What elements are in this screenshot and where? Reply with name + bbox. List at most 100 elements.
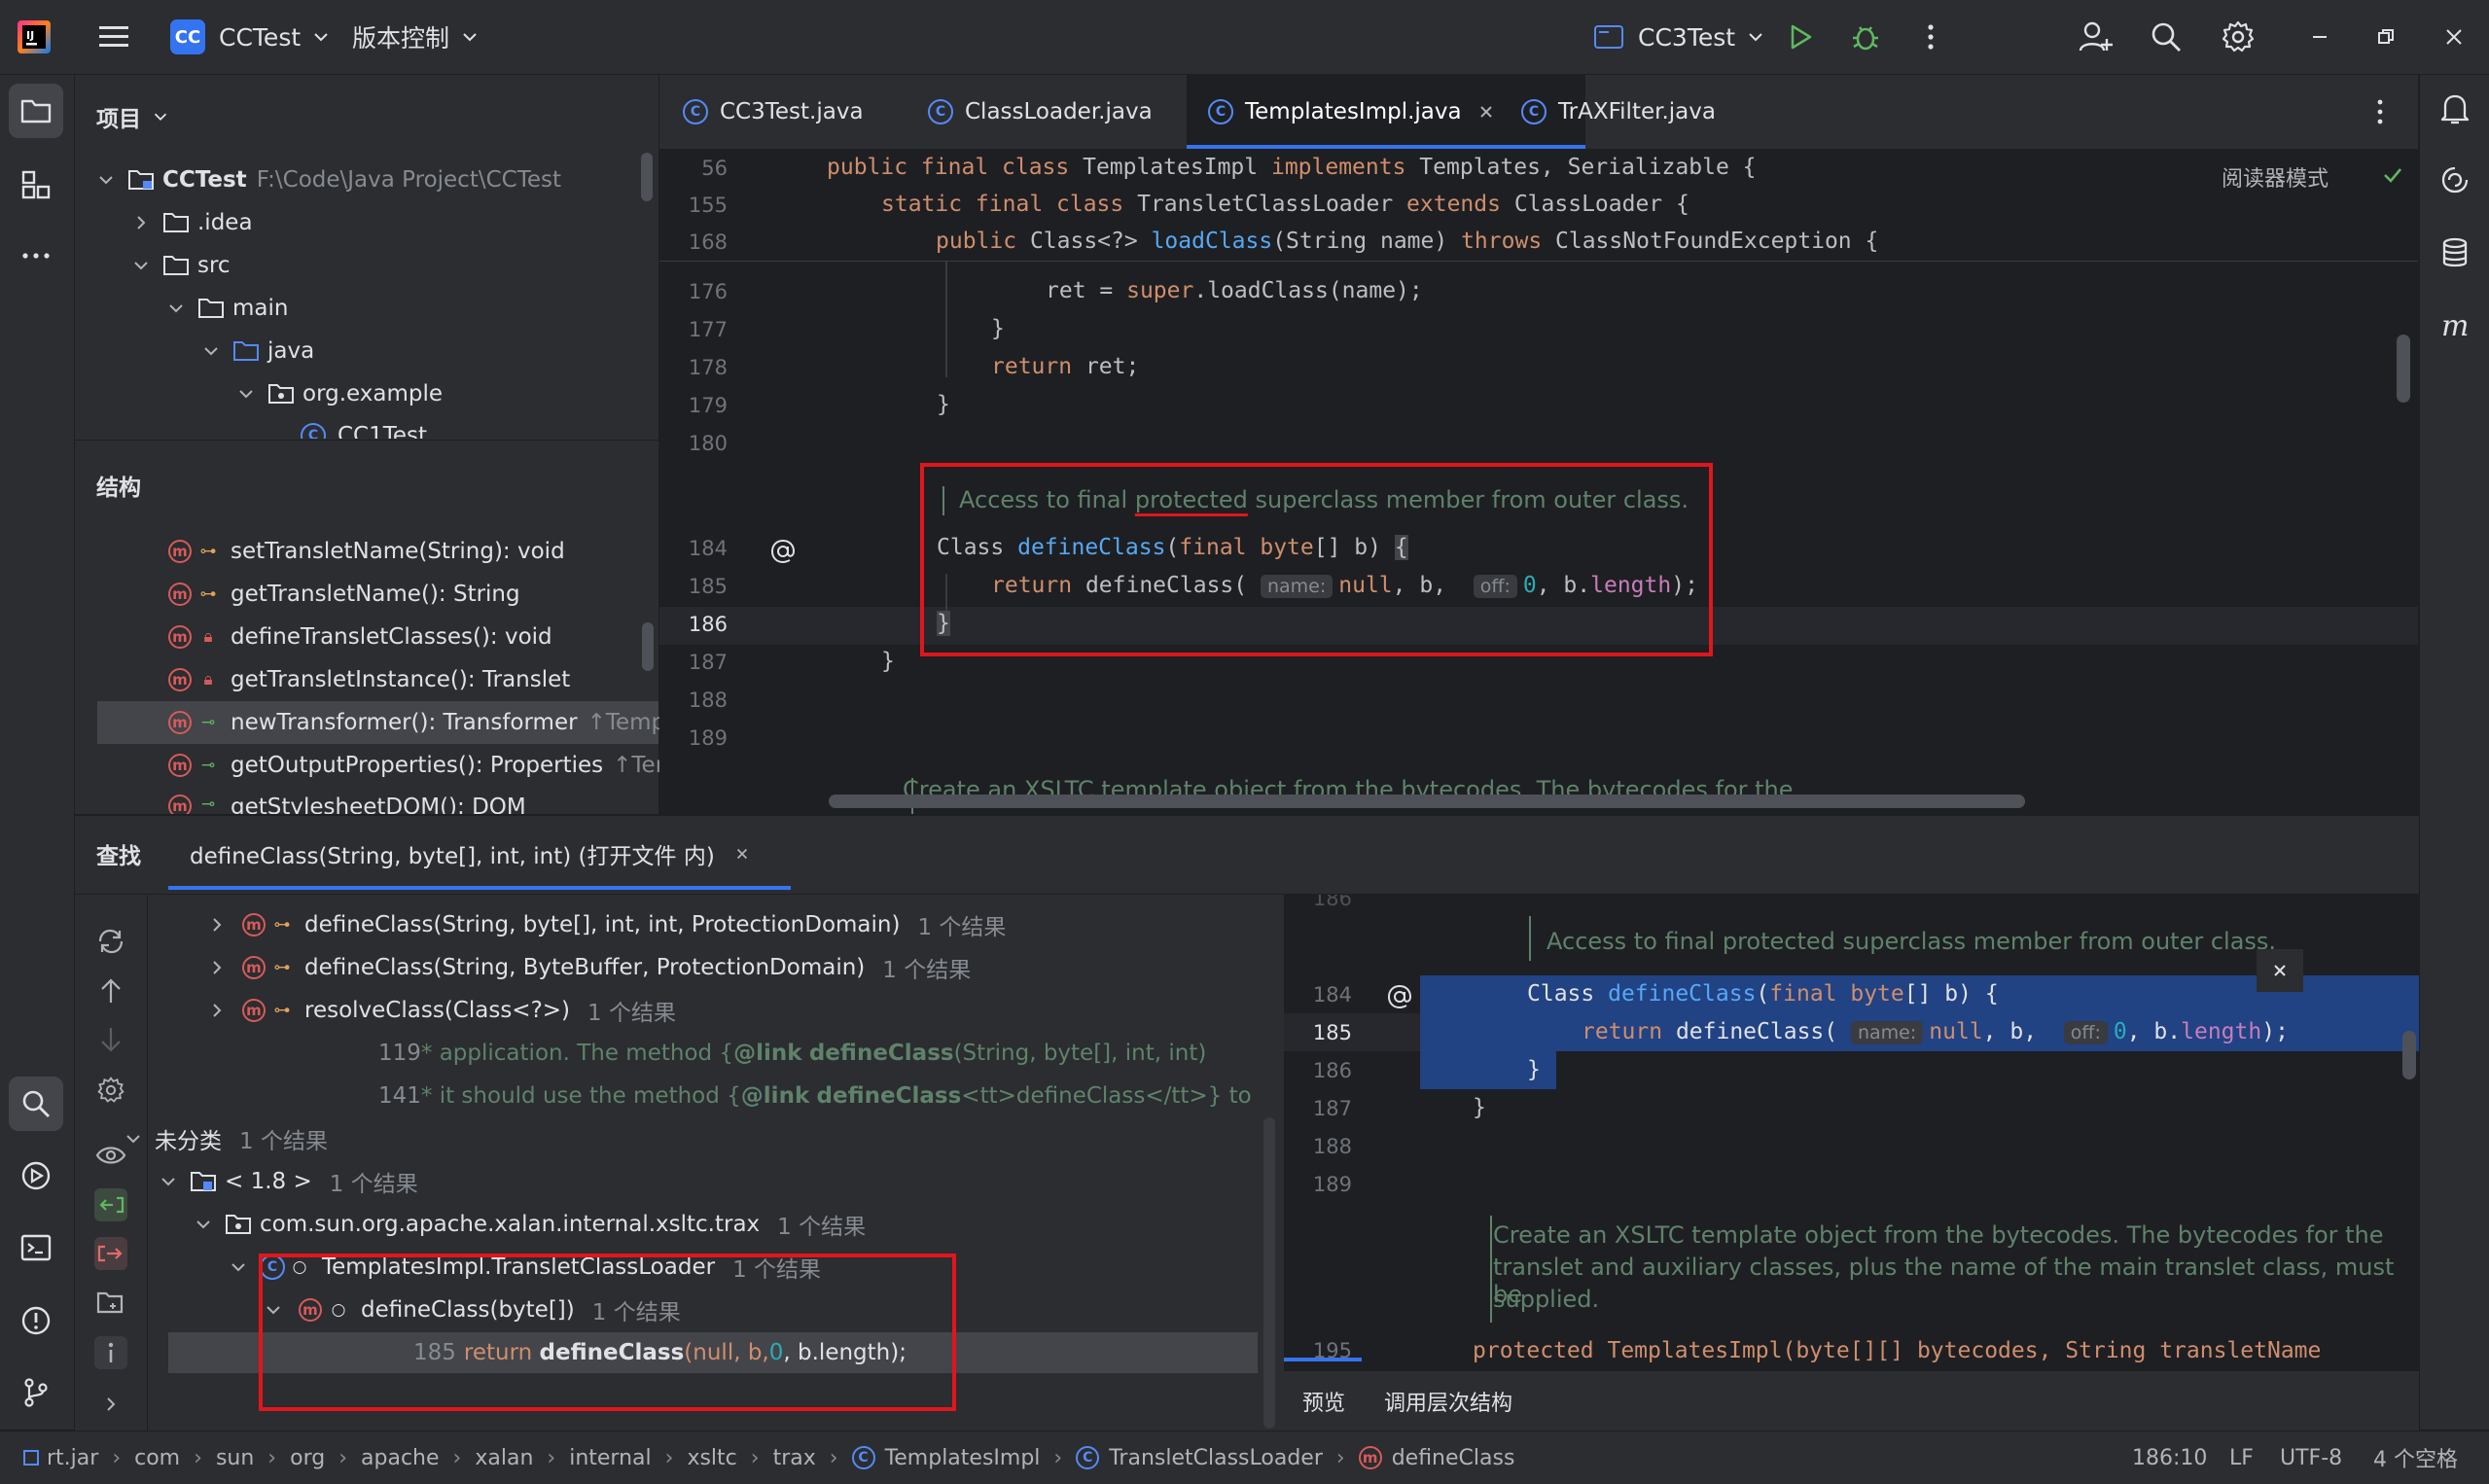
tree-item-java[interactable]: java (201, 330, 314, 372)
tree-item-cctest[interactable]: CCTest F:\Code\Java Project\CCTest (96, 159, 561, 201)
breadcrumb-item[interactable]: m defineClass (1358, 1446, 1514, 1470)
usage-line-selected[interactable]: 185 return defineClass (null, b, 0, b.leng… (413, 1331, 907, 1374)
close-tab-icon[interactable] (1477, 103, 1495, 121)
close-preview-icon[interactable] (2257, 949, 2303, 992)
tab-templatesimpl[interactable]: C TemplatesImpl.java (1208, 75, 1495, 149)
structure-item[interactable]: m⊸ getOutputProperties(): Properties ↑Te… (97, 744, 711, 787)
override-at-icon[interactable] (1385, 982, 1414, 1011)
close-window-icon[interactable] (2444, 0, 2464, 74)
inspection-ok-icon[interactable] (2381, 163, 2404, 187)
structure-item-selected[interactable]: m ⊸ newTransformer(): Transformer ↑Templa… (97, 701, 708, 744)
structure-tool-icon[interactable] (9, 158, 63, 212)
result-class[interactable]: C ○ TemplatesImpl.TransletClassLoader 1 个结… (229, 1246, 821, 1289)
tree-item-org-example[interactable]: org.example (236, 372, 443, 415)
settings-gear-icon[interactable] (94, 1074, 127, 1107)
run-icon[interactable] (1786, 0, 1815, 74)
problems-tool-icon[interactable] (9, 1293, 63, 1348)
find-tool-search-icon[interactable] (9, 1077, 63, 1131)
next-occurrence-icon[interactable] (94, 1023, 127, 1056)
file-encoding[interactable]: UTF-8 (2280, 1446, 2342, 1470)
results-scrollbar[interactable] (1263, 1117, 1275, 1429)
tab-call-hierarchy[interactable]: 调用层次结构 (1384, 1386, 1512, 1417)
breadcrumb-item[interactable]: C TransletClassLoader (1076, 1446, 1323, 1470)
run-config-selector[interactable]: CC3Test (1593, 0, 1766, 74)
settings-gear-icon[interactable] (2222, 0, 2255, 74)
project-tool-folder-icon[interactable] (9, 84, 63, 138)
breadcrumb-item[interactable]: C TemplatesImpl (851, 1446, 1040, 1470)
tree-item-src[interactable]: src (131, 244, 231, 287)
info-icon[interactable] (94, 1336, 127, 1369)
write-access-icon[interactable] (94, 1237, 127, 1270)
tab-traxfilter[interactable]: C TrAXFilter.java (1521, 75, 1716, 149)
restore-icon[interactable] (2376, 0, 2396, 74)
preview-eye-icon[interactable] (94, 1139, 127, 1172)
preview-editor[interactable]: 186 Access to final protected superclass… (1284, 895, 2419, 1371)
tab-preview[interactable]: 预览 (1302, 1386, 1345, 1417)
breadcrumb-item[interactable]: apache (361, 1446, 440, 1470)
search-icon[interactable] (2150, 0, 2183, 74)
result-item[interactable]: m ⊶ resolveClass(Class<?>) 1 个结果 (207, 989, 676, 1032)
project-panel-header[interactable]: 项目 (96, 100, 170, 133)
terminal-tool-icon[interactable] (9, 1220, 63, 1275)
git-branch-icon[interactable] (9, 1365, 63, 1420)
preview-scrollbar[interactable] (2402, 1031, 2416, 1079)
breadcrumb-item[interactable]: internal (569, 1446, 651, 1470)
close-tab-icon[interactable] (734, 846, 750, 862)
vcs-menu[interactable]: 版本控制 (352, 0, 480, 74)
project-selector[interactable]: CC CCTest (170, 0, 332, 74)
tree-item-idea[interactable]: .idea (131, 201, 253, 244)
result-item[interactable]: m ⊶ defineClass(String, ByteBuffer, Prote… (207, 946, 971, 989)
structure-item[interactable]: m ⊶ getTransletName(): String (97, 573, 658, 616)
ai-assistant-icon[interactable] (2428, 153, 2482, 207)
caret-position[interactable]: 186:10 (2132, 1446, 2207, 1470)
structure-item[interactable]: m 🔒︎ defineTransletClasses(): void (97, 616, 658, 658)
add-user-icon[interactable] (2078, 0, 2113, 74)
database-icon[interactable] (2428, 226, 2482, 280)
result-group-uncategorized[interactable]: 未分类 1 个结果 (124, 1117, 328, 1160)
structure-item[interactable]: m ⊸ getStylesheetDOM(): DOM (97, 787, 658, 814)
editor-horizontal-scrollbar[interactable] (829, 795, 2025, 808)
code-editor[interactable]: 56 155 168 public final class TemplatesI… (659, 150, 2418, 814)
rerun-icon[interactable] (94, 925, 127, 958)
breadcrumb-item[interactable]: com (134, 1446, 180, 1470)
main-menu-icon[interactable] (97, 0, 130, 74)
line-separator[interactable]: LF (2229, 1446, 2254, 1470)
tab-classloader[interactable]: C ClassLoader.java (928, 75, 1153, 149)
breadcrumb-item[interactable]: trax (773, 1446, 816, 1470)
structure-item[interactable]: m ⊶ setTransletName(String): void (97, 530, 658, 573)
tree-item-main[interactable]: main (166, 287, 288, 330)
read-access-icon[interactable] (94, 1188, 127, 1221)
structure-scrollbar[interactable] (642, 622, 654, 671)
minimize-icon[interactable] (2310, 0, 2329, 74)
usage-line[interactable]: 119 * application. The method {@link def… (378, 1032, 1206, 1075)
group-by-folder-icon[interactable] (94, 1287, 127, 1320)
override-at-icon[interactable] (768, 537, 798, 566)
breadcrumb-item[interactable]: sun (216, 1446, 254, 1470)
result-package[interactable]: com.sun.org.apache.xalan.internal.xsltc.… (194, 1203, 866, 1246)
result-method[interactable]: m ○ defineClass(byte[]) 1 个结果 (264, 1289, 681, 1331)
tree-item-cc1test[interactable]: C CC1Test (301, 415, 427, 439)
breadcrumb-item[interactable]: xalan (475, 1446, 533, 1470)
breadcrumb-item[interactable]: rt.jar (23, 1446, 98, 1470)
indent-setting[interactable]: 4 个空格 (2373, 1442, 2458, 1473)
reader-mode-toggle[interactable]: 阅读器模式 (2222, 161, 2329, 193)
tab-more-icon[interactable] (2375, 97, 2385, 126)
services-tool-icon[interactable] (9, 1148, 63, 1203)
structure-item[interactable]: m 🔒︎ getTransletInstance(): Translet (97, 658, 658, 701)
breadcrumb-item[interactable]: org (290, 1446, 325, 1470)
result-item[interactable]: m ⊶ defineClass(String, byte[], int, int,… (207, 903, 1006, 946)
editor-scrollbar[interactable] (2397, 335, 2410, 403)
project-scrollbar[interactable] (641, 153, 653, 201)
expand-toolbar-icon[interactable] (94, 1388, 127, 1421)
previous-occurrence-icon[interactable] (94, 974, 127, 1007)
notifications-bell-icon[interactable] (2428, 82, 2482, 136)
usage-line[interactable]: 141 * it should use the method {@link de… (378, 1075, 1252, 1117)
more-actions-icon[interactable] (1926, 0, 1936, 74)
more-tools-icon[interactable] (9, 229, 63, 283)
breadcrumb-item[interactable]: xsltc (687, 1446, 736, 1470)
find-results-tab[interactable]: defineClass(String, byte[], int, int) (打… (190, 837, 750, 870)
app-logo-icon[interactable]: IJ (18, 0, 51, 74)
maven-icon[interactable]: m (2428, 299, 2482, 353)
tab-cc3test[interactable]: C CC3Test.java (683, 75, 864, 149)
result-jdk[interactable]: < 1.8 > 1 个结果 (159, 1160, 418, 1203)
